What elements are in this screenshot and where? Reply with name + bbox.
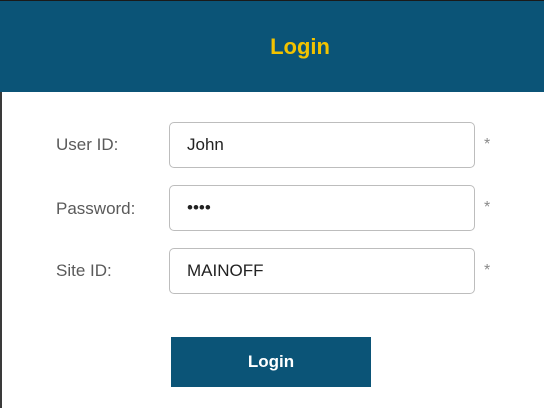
user-id-label: User ID: bbox=[56, 135, 119, 154]
password-required-mark: * bbox=[484, 199, 491, 216]
site-id-required-mark: * bbox=[484, 262, 491, 279]
password-input[interactable] bbox=[169, 185, 475, 231]
user-id-required-mark: * bbox=[484, 136, 491, 153]
user-id-input[interactable] bbox=[169, 122, 475, 168]
site-id-input[interactable] bbox=[169, 248, 475, 294]
password-label: Password: bbox=[56, 199, 136, 218]
login-header: Login bbox=[0, 0, 544, 92]
header-title: Login bbox=[270, 34, 330, 59]
login-button[interactable]: Login bbox=[171, 337, 371, 387]
site-id-label: Site ID: bbox=[56, 261, 112, 280]
login-panel: Login User ID: * Password: * Site ID: * … bbox=[0, 0, 544, 408]
